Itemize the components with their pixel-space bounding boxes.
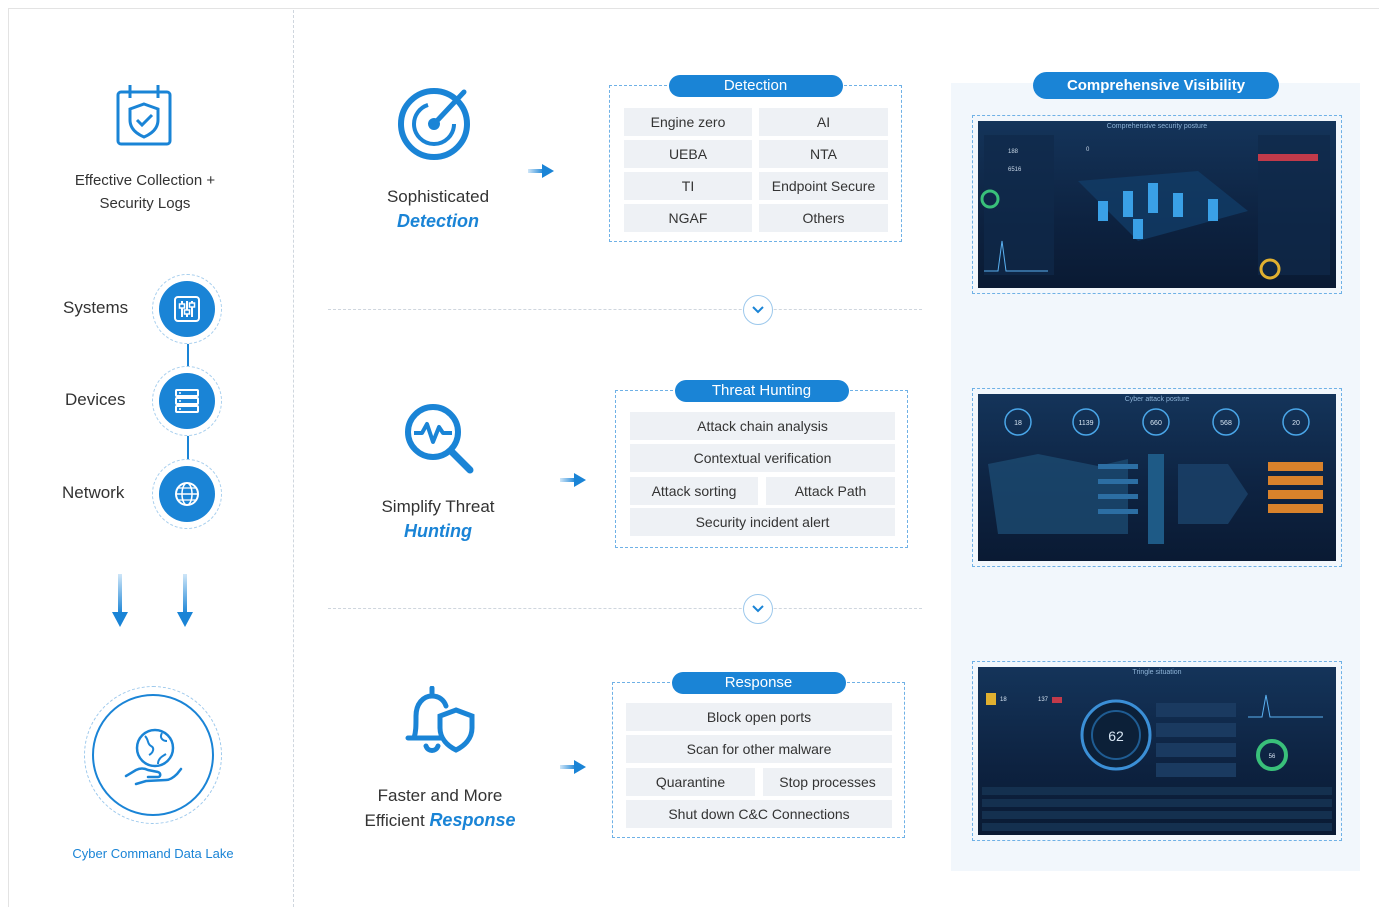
stage-hunting-title: Simplify Threat Hunting: [381, 497, 495, 541]
network-node: [152, 459, 222, 529]
detection-item: Engine zero: [624, 108, 752, 136]
chevron-down-icon: [743, 594, 773, 624]
radar-icon: [398, 88, 470, 160]
globe-hand-icon: [124, 728, 183, 786]
systems-node: [152, 274, 222, 344]
server-icon: [175, 389, 199, 413]
dashboard-screenshot-1: Comprehensive security posture 0 188 651…: [972, 115, 1342, 294]
visibility-title: Comprehensive Visibility: [1033, 72, 1279, 99]
hunting-item: Contextual verification: [630, 444, 895, 472]
stage-response-title: Faster and More Efficient Response: [364, 786, 516, 830]
dashboard-graphic: 18 1139 660 568 20: [988, 408, 1323, 544]
dashboard-screenshot-3: Tringle situation 62 18 137 56: [972, 661, 1342, 841]
response-item: Shut down C&C Connections: [626, 800, 892, 828]
source-devices-label: Devices: [65, 390, 126, 409]
metric: 568: [1220, 420, 1232, 427]
right-arrow-icon: [560, 473, 586, 487]
detection-item: Others: [759, 204, 888, 232]
chevron-down-icon: [743, 295, 773, 325]
detection-item: UEBA: [624, 140, 752, 168]
dashboard-screenshot-2: Cyber attack posture 18 1139 660 568 20: [972, 388, 1342, 567]
detection-item: TI: [624, 172, 752, 200]
stage-detection-title: Sophisticated Detection: [386, 187, 490, 231]
threat-hunting-box-title: Threat Hunting: [674, 380, 849, 402]
stage-divider: [328, 608, 922, 609]
dashboard-graphic: 0 188 6516: [980, 135, 1330, 280]
down-arrow-icon: [177, 574, 193, 627]
bell-shield-icon: [405, 686, 475, 753]
globe-icon: [175, 482, 199, 506]
metric: 18: [1014, 420, 1022, 427]
metric: 0: [1086, 147, 1090, 153]
data-lake-label: Cyber Command Data Lake: [72, 846, 234, 861]
column-separator: [293, 10, 294, 907]
devices-node: [152, 366, 222, 436]
right-arrow-icon: [528, 164, 554, 178]
metric: 62: [1108, 728, 1124, 744]
threat-hunting-box: Threat Hunting Attack chain analysis Con…: [615, 380, 908, 548]
hunting-item: Security incident alert: [630, 508, 895, 536]
hunting-item: Attack Path: [766, 477, 895, 505]
source-systems-label: Systems: [63, 298, 129, 317]
detection-item: Endpoint Secure: [759, 172, 888, 200]
response-item: Quarantine: [626, 768, 755, 796]
source-network-label: Network: [62, 483, 125, 502]
response-box: Response Block open ports Scan for other…: [612, 672, 905, 838]
metric: 137: [1038, 697, 1049, 703]
data-lake-node: [84, 686, 222, 824]
calendar-shield-icon: [116, 85, 172, 146]
metric: 20: [1292, 420, 1300, 427]
metric: 188: [1008, 149, 1019, 155]
detection-item: NTA: [759, 140, 888, 168]
sliders-icon: [174, 296, 200, 322]
response-item: Stop processes: [763, 768, 892, 796]
response-box-title: Response: [671, 672, 846, 694]
collection-title: Effective Collection + Security Logs: [74, 172, 216, 212]
metric: 18: [1000, 697, 1007, 703]
hunting-item: Attack chain analysis: [630, 412, 895, 440]
detection-box-title: Detection: [668, 75, 843, 97]
hunting-item: Attack sorting: [630, 477, 758, 505]
metric: 1139: [1078, 420, 1093, 427]
detection-box: Detection Engine zero AI UEBA NTA TI End…: [609, 75, 902, 242]
dashboard-graphic: 62 18 137 56: [982, 693, 1332, 831]
metric: 660: [1150, 420, 1162, 427]
right-arrow-icon: [560, 760, 586, 774]
magnifier-pulse-icon: [405, 404, 474, 474]
down-arrow-icon: [112, 574, 128, 627]
stage-divider: [328, 309, 922, 310]
response-item: Scan for other malware: [626, 735, 892, 763]
detection-item: AI: [759, 108, 888, 136]
metric: 56: [1269, 754, 1276, 760]
detection-item: NGAF: [624, 204, 752, 232]
metric: 6516: [1008, 167, 1022, 173]
response-item: Block open ports: [626, 703, 892, 731]
